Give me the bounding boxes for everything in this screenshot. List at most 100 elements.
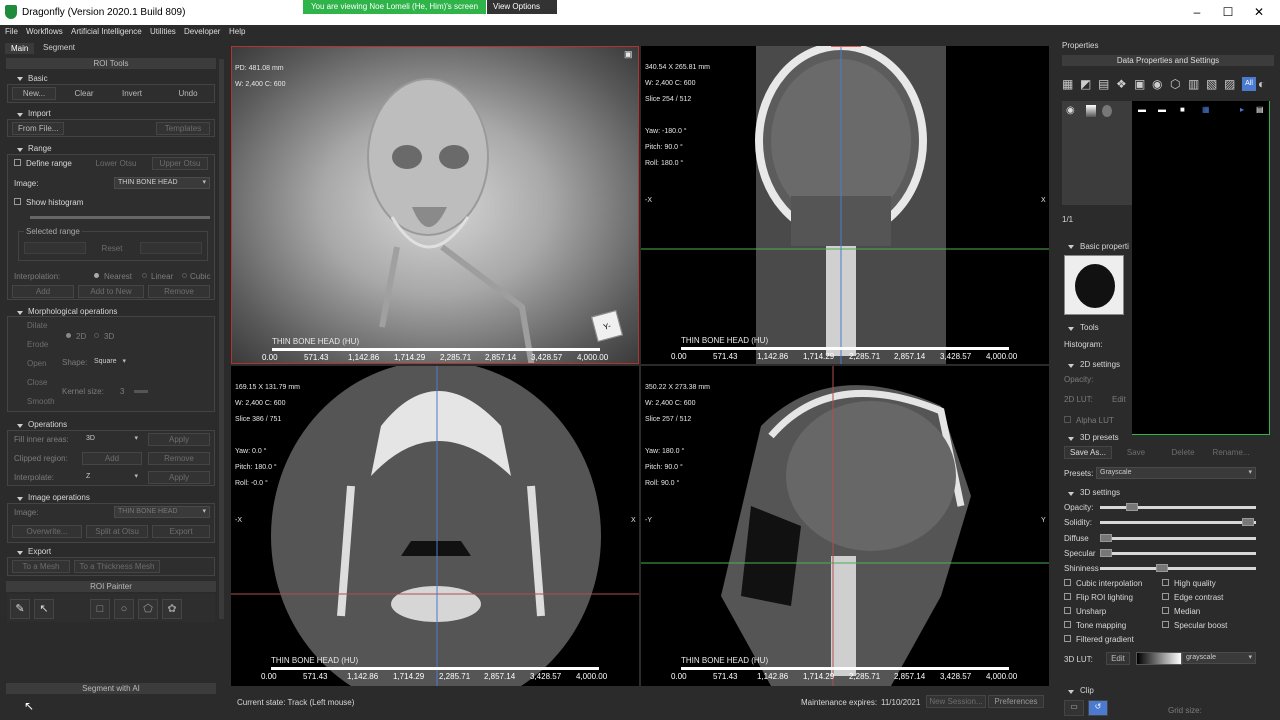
invert-button[interactable]: Invert xyxy=(108,87,156,100)
cubic-interpolation-checkbox[interactable] xyxy=(1064,579,1071,586)
menu-workflows[interactable]: Workflows xyxy=(26,27,63,36)
eye-filter-icon[interactable]: ◐ xyxy=(1258,77,1265,91)
collapse-icon[interactable] xyxy=(1068,327,1074,331)
polygon-icon[interactable]: ⬠ xyxy=(138,599,158,619)
new-session-button[interactable]: New Session... xyxy=(926,695,986,708)
clipped-remove-button[interactable]: Remove xyxy=(148,452,210,465)
grid-icon[interactable]: ▦ xyxy=(1062,77,1073,91)
range-min-input[interactable] xyxy=(24,242,86,254)
freehand-icon[interactable]: ✿ xyxy=(162,599,182,619)
clip-reset-icon[interactable]: ↺ xyxy=(1088,700,1108,716)
save-button[interactable]: Save xyxy=(1116,446,1156,459)
window-level-bar[interactable] xyxy=(271,667,599,670)
interpolate-select[interactable]: Z xyxy=(82,471,142,483)
minimize-icon[interactable]: – xyxy=(1182,4,1212,20)
multiroi-icon[interactable]: ▧ xyxy=(1206,77,1217,91)
mesh-icon[interactable]: ⬡ xyxy=(1170,77,1180,91)
to-thickness-mesh-button[interactable]: To a Thickness Mesh xyxy=(74,560,160,573)
roi-tools-header[interactable]: ROI Tools xyxy=(6,58,216,69)
dilate-button[interactable]: Dilate xyxy=(12,319,60,332)
shininess-slider[interactable] xyxy=(1100,564,1256,572)
2d-radio[interactable] xyxy=(66,333,71,338)
pointer-icon[interactable]: ↖ xyxy=(34,599,54,619)
all-filter-icon[interactable]: All xyxy=(1242,77,1256,91)
menu-ai[interactable]: Artificial Intelligence xyxy=(71,27,142,36)
segment-ai-header[interactable]: Segment with AI xyxy=(6,683,216,694)
data-properties-header[interactable]: Data Properties and Settings xyxy=(1062,55,1274,66)
templates-button[interactable]: Templates xyxy=(156,122,210,135)
open-button[interactable]: Open xyxy=(12,357,60,370)
left-scrollbar[interactable] xyxy=(219,59,224,619)
view-options-button[interactable]: View Options xyxy=(487,0,557,14)
tab-segment[interactable]: Segment xyxy=(43,43,75,52)
clipped-add-button[interactable]: Add xyxy=(82,452,142,465)
save-as-button[interactable]: Save As... xyxy=(1064,446,1112,459)
range-max-input[interactable] xyxy=(140,242,202,254)
fill-inner-select[interactable]: 3D xyxy=(82,433,142,445)
tone-mapping-checkbox[interactable] xyxy=(1064,621,1071,628)
show-histogram-checkbox[interactable] xyxy=(14,198,21,205)
3d-lut-edit-button[interactable]: Edit xyxy=(1106,652,1130,665)
collapse-icon[interactable] xyxy=(17,77,23,81)
3d-radio[interactable] xyxy=(94,333,99,338)
high-quality-checkbox[interactable] xyxy=(1162,579,1169,586)
image-select[interactable]: THIN BONE HEAD xyxy=(114,177,210,189)
viewport-sagittal[interactable]: 350.22 X 273.38 mm W: 2,400 C: 600 Slice… xyxy=(641,366,1049,686)
apply-fill-button[interactable]: Apply xyxy=(148,433,210,446)
annotation-icon[interactable]: ▨ xyxy=(1224,77,1235,91)
data-list[interactable]: ◉ xyxy=(1062,101,1132,205)
close-icon[interactable]: ✕ xyxy=(1244,4,1274,20)
viewport-coronal[interactable]: 340.54 X 265.81 mm W: 2,400 C: 600 Slice… xyxy=(641,46,1049,364)
smooth-button[interactable]: Smooth xyxy=(12,395,60,408)
add-button[interactable]: Add xyxy=(12,285,74,298)
delete-button[interactable]: Delete xyxy=(1162,446,1204,459)
maximize-icon[interactable]: ☐ xyxy=(1213,4,1243,20)
reset-button[interactable]: Reset xyxy=(90,242,134,255)
collapse-icon[interactable] xyxy=(17,551,23,555)
erode-button[interactable]: Erode xyxy=(12,338,60,351)
export-button[interactable]: Export xyxy=(152,525,210,538)
2d-lut-edit-button[interactable]: Edit xyxy=(1112,395,1126,404)
window-level-bar[interactable] xyxy=(272,348,600,351)
nearest-radio[interactable] xyxy=(94,273,99,278)
collapse-icon[interactable] xyxy=(1068,690,1074,694)
collapse-icon[interactable] xyxy=(1068,364,1074,368)
cubic-radio[interactable] xyxy=(182,273,187,278)
layout-icon[interactable]: ▤ xyxy=(1098,77,1109,91)
window-level-bar[interactable] xyxy=(681,347,1009,350)
specular-slider[interactable] xyxy=(1100,549,1256,557)
apply-interp-button[interactable]: Apply xyxy=(148,471,210,484)
diffuse-slider[interactable] xyxy=(1100,534,1256,542)
add-to-new-button[interactable]: Add to New xyxy=(78,285,144,298)
camera-icon[interactable]: ▣ xyxy=(624,49,633,60)
remove-button[interactable]: Remove xyxy=(148,285,210,298)
box-icon[interactable]: ▣ xyxy=(1134,77,1145,91)
filtered-gradient-checkbox[interactable] xyxy=(1064,635,1071,642)
overwrite-button[interactable]: Overwrite... xyxy=(12,525,82,538)
collapse-icon[interactable] xyxy=(17,424,23,428)
edge-contrast-checkbox[interactable] xyxy=(1162,593,1169,600)
new-button[interactable]: New... xyxy=(12,87,56,100)
clip-box-icon[interactable]: ▭ xyxy=(1064,700,1084,716)
presets-select[interactable]: Grayscale xyxy=(1096,467,1256,479)
solidity-slider[interactable] xyxy=(1100,518,1256,526)
collapse-icon[interactable] xyxy=(17,148,23,152)
median-checkbox[interactable] xyxy=(1162,607,1169,614)
close-button[interactable]: Close xyxy=(12,376,60,389)
menu-help[interactable]: Help xyxy=(229,27,245,36)
rename-button[interactable]: Rename... xyxy=(1208,446,1254,459)
ellipse-icon[interactable]: ○ xyxy=(114,599,134,619)
collapse-icon[interactable] xyxy=(1068,437,1074,441)
visibility-eye-icon[interactable]: ◉ xyxy=(1066,105,1075,116)
menu-file[interactable]: File xyxy=(5,27,18,36)
menu-utilities[interactable]: Utilities xyxy=(150,27,176,36)
preferences-button[interactable]: Preferences xyxy=(988,695,1044,708)
collapse-icon[interactable] xyxy=(17,113,23,117)
viewport-axial[interactable]: 169.15 X 131.79 mm W: 2,400 C: 600 Slice… xyxy=(231,366,639,686)
kernel-size-value[interactable]: 3 xyxy=(120,387,124,396)
brush-icon[interactable]: ✎ xyxy=(10,599,30,619)
tab-main[interactable]: Main xyxy=(5,43,35,54)
collapse-icon[interactable] xyxy=(17,497,23,501)
unsharp-checkbox[interactable] xyxy=(1064,607,1071,614)
roi-icon[interactable]: ▥ xyxy=(1188,77,1199,91)
